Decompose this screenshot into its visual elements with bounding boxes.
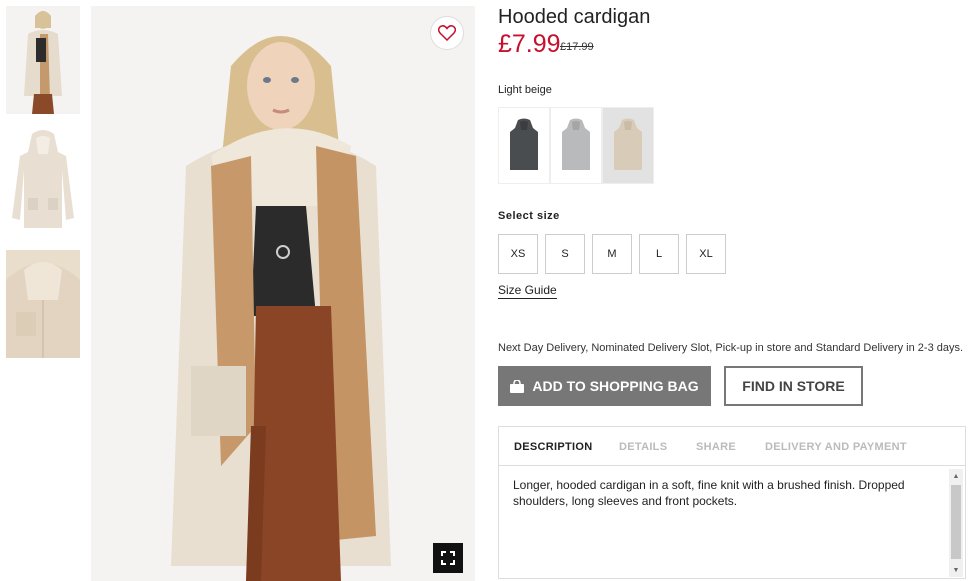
product-info-panel: DESCRIPTION DETAILS SHARE DELIVERY AND P…: [498, 426, 966, 579]
add-to-bag-button[interactable]: ADD TO SHOPPING BAG: [498, 366, 711, 406]
color-swatch-dark-grey[interactable]: [498, 107, 550, 184]
thumbnail-flat[interactable]: [6, 128, 80, 236]
thumbnail-model[interactable]: [6, 6, 80, 114]
dark-grey-cardigan-image: [510, 118, 538, 170]
delivery-info: Next Day Delivery, Nominated Delivery Sl…: [498, 342, 964, 354]
scroll-up-arrow-icon[interactable]: ▲: [949, 469, 963, 483]
tab-share[interactable]: SHARE: [696, 441, 736, 453]
tab-details[interactable]: DETAILS: [619, 441, 667, 453]
thumbnail-detail[interactable]: [6, 250, 80, 358]
find-in-store-button[interactable]: FIND IN STORE: [724, 366, 863, 406]
product-title: Hooded cardigan: [498, 6, 651, 28]
select-size-label: Select size: [498, 210, 560, 222]
size-guide-link[interactable]: Size Guide: [498, 283, 557, 299]
tab-bar: DESCRIPTION DETAILS SHARE DELIVERY AND P…: [499, 427, 965, 466]
description-scrollbar[interactable]: ▲ ▼: [949, 469, 963, 577]
fullscreen-icon: [441, 551, 455, 565]
size-button-xl[interactable]: XL: [686, 234, 726, 274]
thumbnail-detail-image: [6, 250, 80, 358]
thumbnail-model-image: [6, 6, 80, 114]
heart-icon: [438, 25, 456, 41]
old-price: £17.99: [560, 41, 594, 53]
size-button-s[interactable]: S: [545, 234, 585, 274]
shopping-bag-icon: [510, 379, 525, 393]
size-button-l[interactable]: L: [639, 234, 679, 274]
product-price: £7.99: [498, 30, 561, 58]
fullscreen-button[interactable]: [433, 543, 463, 573]
thumbnail-flat-image: [6, 128, 80, 236]
favorite-button[interactable]: [430, 16, 464, 50]
add-to-bag-label: ADD TO SHOPPING BAG: [532, 378, 699, 394]
size-button-xs[interactable]: XS: [498, 234, 538, 274]
tab-description[interactable]: DESCRIPTION: [514, 441, 592, 453]
light-grey-cardigan-image: [562, 118, 590, 170]
model-photo: [91, 6, 475, 581]
main-product-image[interactable]: [91, 6, 475, 581]
tab-delivery-and-payment[interactable]: DELIVERY AND PAYMENT: [765, 441, 907, 453]
color-swatch-light-beige[interactable]: [602, 107, 654, 184]
scroll-thumb[interactable]: [951, 485, 961, 559]
scroll-down-arrow-icon[interactable]: ▼: [949, 563, 963, 577]
color-swatch-light-grey[interactable]: [550, 107, 602, 184]
selected-color-name: Light beige: [498, 84, 552, 96]
size-button-m[interactable]: M: [592, 234, 632, 274]
description-text: Longer, hooded cardigan in a soft, fine …: [513, 478, 905, 508]
light-beige-cardigan-image: [614, 118, 642, 170]
